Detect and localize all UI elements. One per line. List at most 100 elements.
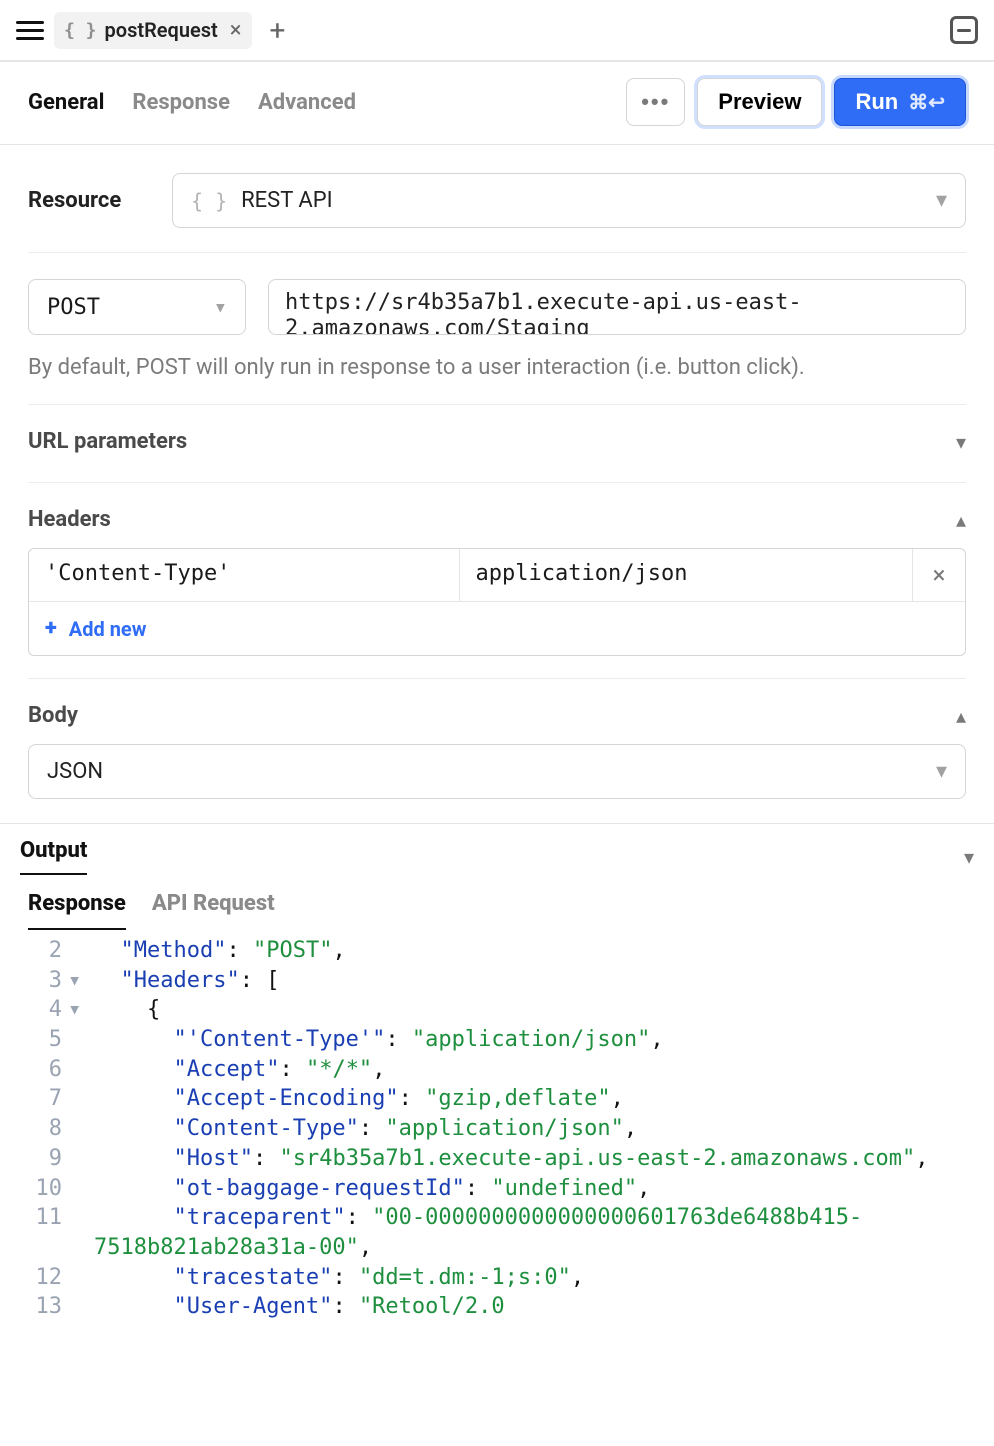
fold-icon bbox=[68, 1114, 88, 1144]
menu-icon[interactable] bbox=[16, 16, 44, 44]
resource-select[interactable]: { } REST API ▾ bbox=[172, 173, 966, 228]
code-line: 3▾ "Headers": [ bbox=[0, 966, 994, 996]
code-content: { bbox=[88, 995, 994, 1025]
run-label: Run bbox=[855, 89, 898, 115]
chevron-up-icon: ▴ bbox=[956, 704, 966, 728]
fold-icon bbox=[68, 1263, 88, 1293]
new-tab-button[interactable]: + bbox=[262, 14, 294, 47]
body-type-value: JSON bbox=[47, 759, 103, 784]
editor-tabs: General Response Advanced ••• Preview Ru… bbox=[0, 62, 994, 145]
fold-icon bbox=[68, 1055, 88, 1085]
line-number: 10 bbox=[0, 1174, 68, 1204]
code-line: 9 "Host": "sr4b35a7b1.execute-api.us-eas… bbox=[0, 1144, 994, 1174]
code-line: 13 "User-Agent": "Retool/2.0 bbox=[0, 1292, 994, 1322]
add-new-label: Add new bbox=[69, 617, 147, 641]
braces-icon: { } bbox=[64, 20, 97, 41]
code-content: "Content-Type": "application/json", bbox=[88, 1114, 994, 1144]
header-value-input[interactable]: application/json bbox=[460, 549, 913, 601]
run-shortcut: ⌘↩ bbox=[908, 90, 945, 115]
code-line: 7 "Accept-Encoding": "gzip,deflate", bbox=[0, 1084, 994, 1114]
code-line: 6 "Accept": "*/*", bbox=[0, 1055, 994, 1085]
chevron-down-icon: ▾ bbox=[214, 295, 227, 320]
fold-icon bbox=[68, 1292, 88, 1322]
line-number: 2 bbox=[0, 936, 68, 966]
section-body: Body ▴ JSON ▾ bbox=[28, 679, 966, 799]
query-tab-name: postRequest bbox=[105, 18, 218, 42]
line-number: 8 bbox=[0, 1114, 68, 1144]
collapse-panel-icon[interactable] bbox=[950, 16, 978, 44]
line-number: 3 bbox=[0, 966, 68, 996]
code-content: "Accept-Encoding": "gzip,deflate", bbox=[88, 1084, 994, 1114]
code-line: 8 "Content-Type": "application/json", bbox=[0, 1114, 994, 1144]
code-line: 2 "Method": "POST", bbox=[0, 936, 994, 966]
line-number: 12 bbox=[0, 1263, 68, 1293]
preview-button[interactable]: Preview bbox=[697, 78, 822, 126]
section-url-parameters-header[interactable]: URL parameters ▾ bbox=[28, 405, 966, 464]
more-button[interactable]: ••• bbox=[626, 78, 685, 126]
fold-icon bbox=[68, 1025, 88, 1055]
tab-general[interactable]: General bbox=[28, 90, 104, 115]
fold-icon bbox=[68, 1203, 88, 1262]
method-select[interactable]: POST ▾ bbox=[28, 279, 246, 335]
resource-label: Resource bbox=[28, 188, 148, 213]
add-header-button[interactable]: + Add new bbox=[29, 602, 162, 655]
chevron-down-icon: ▾ bbox=[936, 759, 947, 784]
topbar: { } postRequest × + bbox=[0, 0, 994, 62]
output-title: Output bbox=[20, 838, 87, 875]
fold-icon bbox=[68, 936, 88, 966]
code-line: 12 "tracestate": "dd=t.dm:-1;s:0", bbox=[0, 1263, 994, 1293]
fold-icon bbox=[68, 1144, 88, 1174]
chevron-down-icon: ▾ bbox=[956, 430, 966, 454]
tab-output-response[interactable]: Response bbox=[28, 891, 126, 930]
fold-icon bbox=[68, 1084, 88, 1114]
method-url-row: POST ▾ https://sr4b35a7b1.execute-api.us… bbox=[28, 253, 966, 335]
line-number: 9 bbox=[0, 1144, 68, 1174]
section-body-header[interactable]: Body ▴ bbox=[28, 679, 966, 738]
chevron-up-icon: ▴ bbox=[956, 508, 966, 532]
chevron-down-icon: ▾ bbox=[936, 188, 947, 213]
section-headers: Headers ▴ 'Content-Type' application/jso… bbox=[28, 483, 966, 679]
section-url-parameters: URL parameters ▾ bbox=[28, 405, 966, 483]
delete-header-button[interactable]: × bbox=[913, 549, 965, 601]
section-headers-header[interactable]: Headers ▴ bbox=[28, 483, 966, 542]
tab-response[interactable]: Response bbox=[132, 90, 230, 115]
headers-title: Headers bbox=[28, 507, 111, 532]
url-input[interactable]: https://sr4b35a7b1.execute-api.us-east-2… bbox=[268, 279, 966, 335]
run-button[interactable]: Run ⌘↩ bbox=[834, 78, 966, 126]
code-content: "traceparent": "00-000000000000000060176… bbox=[88, 1203, 994, 1262]
resource-type: REST API bbox=[241, 188, 333, 213]
tab-output-api-request[interactable]: API Request bbox=[152, 891, 275, 930]
code-content: "tracestate": "dd=t.dm:-1;s:0", bbox=[88, 1263, 994, 1293]
url-parameters-title: URL parameters bbox=[28, 429, 187, 454]
resource-row: Resource { } REST API ▾ bbox=[28, 145, 966, 253]
code-content: "Accept": "*/*", bbox=[88, 1055, 994, 1085]
tab-advanced[interactable]: Advanced bbox=[258, 90, 356, 115]
method-value: POST bbox=[47, 295, 100, 320]
header-key-input[interactable]: 'Content-Type' bbox=[29, 549, 460, 601]
method-helptext: By default, POST will only run in respon… bbox=[28, 335, 966, 405]
header-row: 'Content-Type' application/json × bbox=[29, 549, 965, 602]
code-content: "Host": "sr4b35a7b1.execute-api.us-east-… bbox=[88, 1144, 994, 1174]
chevron-down-icon: ▾ bbox=[964, 845, 974, 869]
fold-icon bbox=[68, 1174, 88, 1204]
code-content: "'Content-Type'": "application/json", bbox=[88, 1025, 994, 1055]
code-content: "Headers": [ bbox=[88, 966, 994, 996]
query-tab[interactable]: { } postRequest × bbox=[54, 12, 252, 49]
line-number: 4 bbox=[0, 995, 68, 1025]
braces-icon: { } bbox=[191, 189, 227, 213]
response-code[interactable]: 2 "Method": "POST",3▾ "Headers": [4▾ {5 … bbox=[0, 930, 994, 1338]
fold-icon[interactable]: ▾ bbox=[68, 966, 88, 996]
code-line: 5 "'Content-Type'": "application/json", bbox=[0, 1025, 994, 1055]
close-icon[interactable]: × bbox=[230, 18, 242, 43]
code-content: "ot-baggage-requestId": "undefined", bbox=[88, 1174, 994, 1204]
code-content: "Method": "POST", bbox=[88, 936, 994, 966]
line-number: 11 bbox=[0, 1203, 68, 1262]
body-type-select[interactable]: JSON ▾ bbox=[28, 744, 966, 799]
code-line: 10 "ot-baggage-requestId": "undefined", bbox=[0, 1174, 994, 1204]
fold-icon[interactable]: ▾ bbox=[68, 995, 88, 1025]
output-tabs: Response API Request bbox=[0, 877, 994, 930]
line-number: 6 bbox=[0, 1055, 68, 1085]
output-header[interactable]: Output ▾ bbox=[0, 823, 994, 877]
body-title: Body bbox=[28, 703, 78, 728]
code-line: 4▾ { bbox=[0, 995, 994, 1025]
